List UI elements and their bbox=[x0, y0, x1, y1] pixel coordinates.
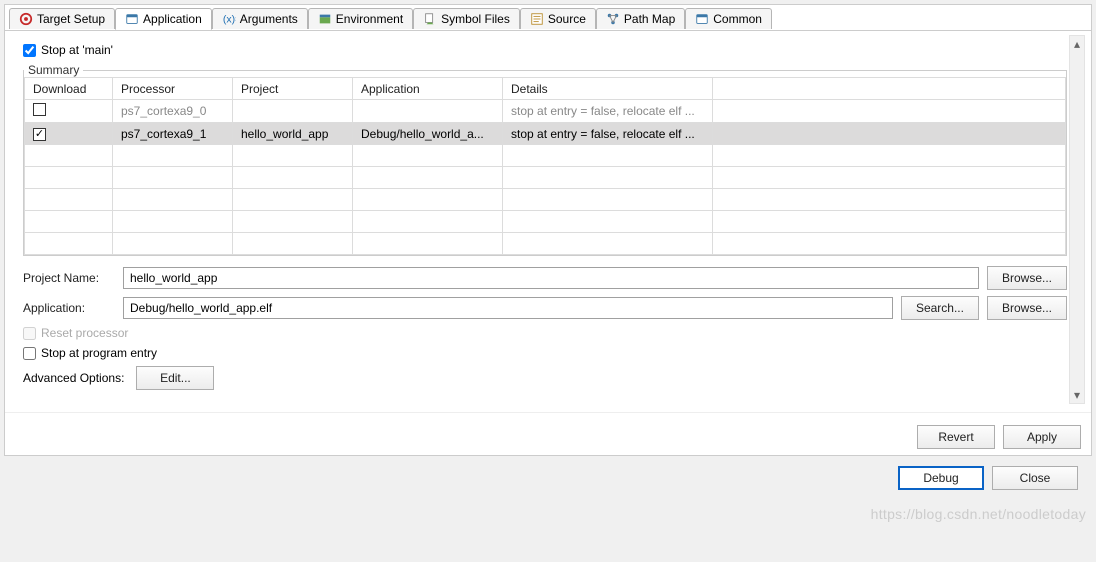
source-icon bbox=[530, 12, 544, 26]
apply-button[interactable]: Apply bbox=[1003, 425, 1081, 449]
tab-arguments[interactable]: (x)= Arguments bbox=[212, 8, 308, 29]
scroll-up-icon[interactable]: ▴ bbox=[1070, 36, 1084, 52]
project-name-input[interactable] bbox=[123, 267, 979, 289]
path-map-icon bbox=[606, 12, 620, 26]
summary-fieldset: Summary Download Processor Project Appli… bbox=[23, 63, 1067, 256]
tab-label: Path Map bbox=[624, 12, 675, 26]
application-search-button[interactable]: Search... bbox=[901, 296, 979, 320]
common-icon bbox=[695, 12, 709, 26]
col-details[interactable]: Details bbox=[503, 78, 713, 100]
reset-processor-label: Reset processor bbox=[41, 326, 128, 340]
tab-label: Common bbox=[713, 12, 762, 26]
table-row[interactable] bbox=[25, 211, 1066, 233]
stop-program-entry-checkbox[interactable] bbox=[23, 347, 36, 360]
tab-symbol-files[interactable]: Symbol Files bbox=[413, 8, 520, 29]
application-label: Application: bbox=[23, 301, 115, 315]
col-processor[interactable]: Processor bbox=[113, 78, 233, 100]
tab-body: ▴ ▾ Stop at 'main' Summary Download Proc… bbox=[5, 31, 1091, 408]
stop-program-entry-label: Stop at program entry bbox=[41, 346, 157, 360]
table-row[interactable] bbox=[25, 145, 1066, 167]
tab-source[interactable]: Source bbox=[520, 8, 596, 29]
application-input[interactable] bbox=[123, 297, 893, 319]
advanced-row: Advanced Options: Edit... bbox=[23, 366, 1067, 390]
stop-program-entry-row: Stop at program entry bbox=[23, 346, 1067, 360]
cell-project bbox=[233, 100, 353, 123]
table-row[interactable]: ps7_cortexa9_0 stop at entry = false, re… bbox=[25, 100, 1066, 123]
environment-icon bbox=[318, 12, 332, 26]
download-checkbox[interactable] bbox=[33, 128, 46, 141]
arguments-icon: (x)= bbox=[222, 12, 236, 26]
col-empty[interactable] bbox=[713, 78, 1066, 100]
cell-details: stop at entry = false, relocate elf ... bbox=[503, 123, 713, 145]
table-row[interactable] bbox=[25, 189, 1066, 211]
project-browse-button[interactable]: Browse... bbox=[987, 266, 1067, 290]
scroll-down-icon[interactable]: ▾ bbox=[1070, 387, 1084, 403]
col-application[interactable]: Application bbox=[353, 78, 503, 100]
project-name-label: Project Name: bbox=[23, 271, 115, 285]
tab-target-setup[interactable]: Target Setup bbox=[9, 8, 115, 29]
cell-processor: ps7_cortexa9_0 bbox=[113, 100, 233, 123]
tab-environment[interactable]: Environment bbox=[308, 8, 413, 29]
application-row: Application: Search... Browse... bbox=[23, 296, 1067, 320]
revert-button[interactable]: Revert bbox=[917, 425, 995, 449]
svg-text:(x)=: (x)= bbox=[223, 14, 236, 26]
col-download[interactable]: Download bbox=[25, 78, 113, 100]
cell-details: stop at entry = false, relocate elf ... bbox=[503, 100, 713, 123]
dialog-button-bar: Debug Close bbox=[4, 456, 1092, 500]
tab-label: Arguments bbox=[240, 12, 298, 26]
revert-apply-bar: Revert Apply bbox=[5, 412, 1091, 455]
reset-processor-checkbox bbox=[23, 327, 36, 340]
cell-application bbox=[353, 100, 503, 123]
project-name-row: Project Name: Browse... bbox=[23, 266, 1067, 290]
symbol-files-icon bbox=[423, 12, 437, 26]
cell-processor: ps7_cortexa9_1 bbox=[113, 123, 233, 145]
table-row[interactable] bbox=[25, 233, 1066, 255]
stop-at-main-label: Stop at 'main' bbox=[41, 43, 113, 57]
application-browse-button[interactable]: Browse... bbox=[987, 296, 1067, 320]
tab-label: Application bbox=[143, 12, 202, 26]
tab-application[interactable]: Application bbox=[115, 8, 212, 30]
tab-label: Symbol Files bbox=[441, 12, 510, 26]
tab-label: Source bbox=[548, 12, 586, 26]
reset-processor-row: Reset processor bbox=[23, 326, 1067, 340]
vertical-scrollbar[interactable]: ▴ ▾ bbox=[1069, 35, 1085, 404]
tab-common[interactable]: Common bbox=[685, 8, 772, 29]
application-icon bbox=[125, 12, 139, 26]
advanced-label: Advanced Options: bbox=[23, 371, 124, 385]
table-row[interactable] bbox=[25, 167, 1066, 189]
tabs-row: Target Setup Application (x)= Arguments … bbox=[5, 5, 1091, 31]
debug-button[interactable]: Debug bbox=[898, 466, 984, 490]
close-button[interactable]: Close bbox=[992, 466, 1078, 490]
table-row[interactable]: ps7_cortexa9_1 hello_world_app Debug/hel… bbox=[25, 123, 1066, 145]
tab-label: Environment bbox=[336, 12, 403, 26]
stop-at-main-checkbox[interactable] bbox=[23, 44, 36, 57]
tab-path-map[interactable]: Path Map bbox=[596, 8, 685, 29]
cell-application: Debug/hello_world_a... bbox=[353, 123, 503, 145]
watermark: https://blog.csdn.net/noodletoday bbox=[871, 506, 1086, 522]
col-project[interactable]: Project bbox=[233, 78, 353, 100]
stop-at-main-row: Stop at 'main' bbox=[23, 43, 1067, 57]
tab-label: Target Setup bbox=[37, 12, 105, 26]
download-checkbox[interactable] bbox=[33, 103, 46, 116]
target-icon bbox=[19, 12, 33, 26]
summary-legend: Summary bbox=[24, 63, 83, 77]
cell-project: hello_world_app bbox=[233, 123, 353, 145]
edit-button[interactable]: Edit... bbox=[136, 366, 214, 390]
summary-table: Download Processor Project Application D… bbox=[24, 77, 1066, 255]
